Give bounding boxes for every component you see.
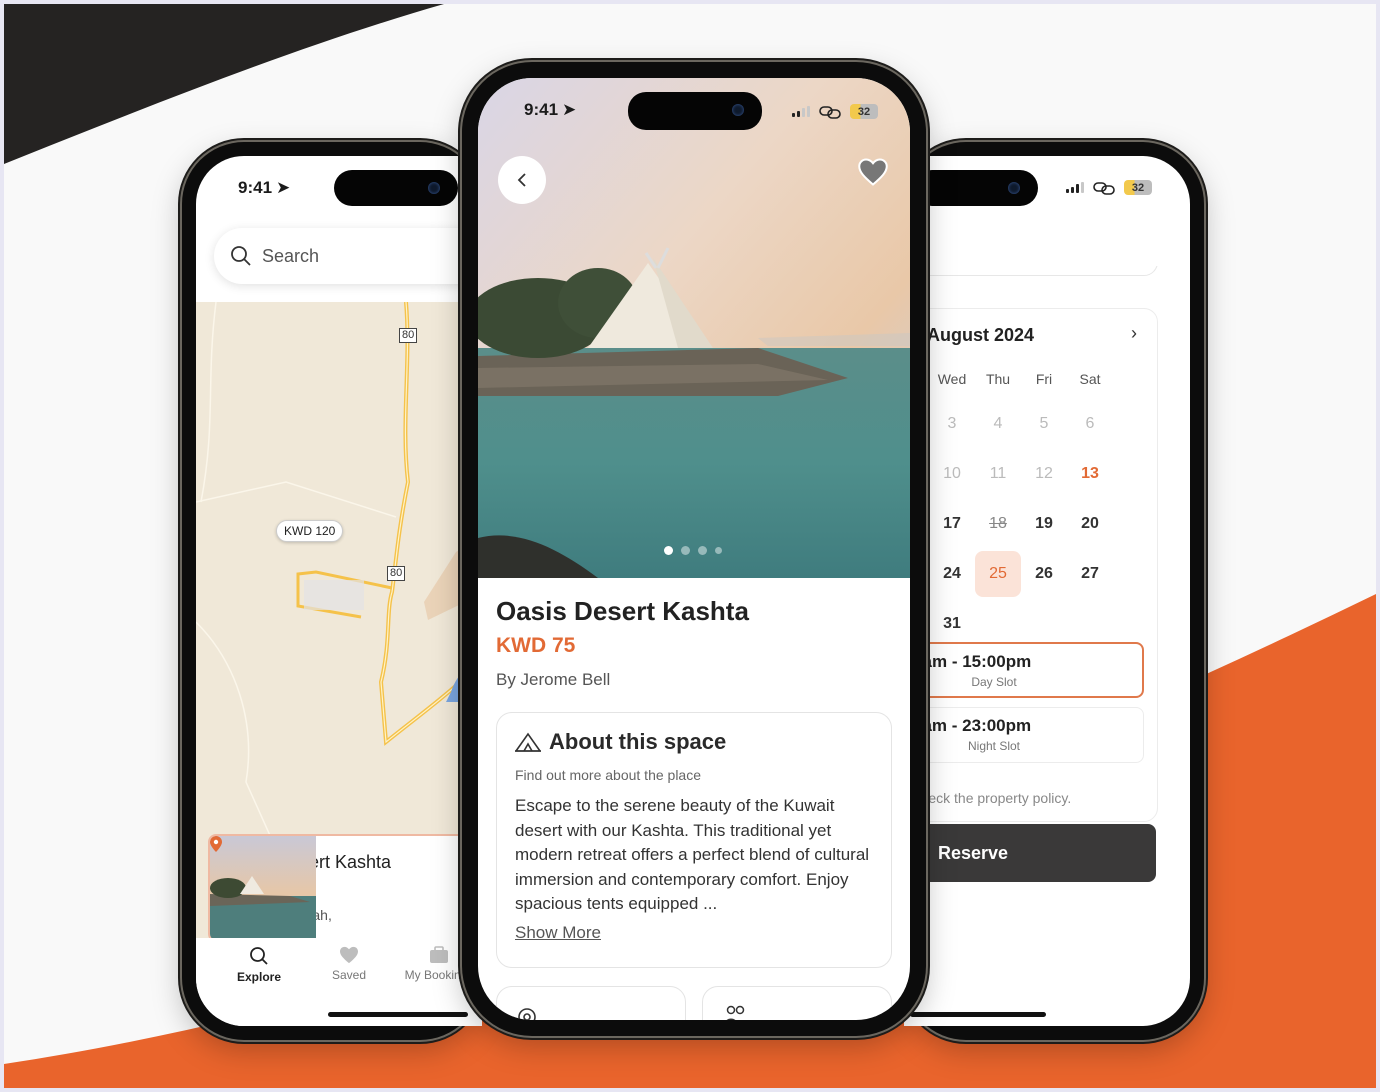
map-screen: 9:41 ➤ Search 80 80 KWD 120 Kashta Explo… (196, 156, 482, 1026)
booking-screen: 32 August 2024 › TueWedThuFriSat 2345691… (904, 156, 1190, 1026)
calendar-day[interactable]: 17 (929, 501, 975, 547)
showcase-canvas: 9:41 ➤ Search 80 80 KWD 120 Kashta Explo… (4, 4, 1376, 1088)
show-more-link[interactable]: Show More (515, 923, 601, 943)
gallery-pagination[interactable] (664, 546, 722, 555)
weekday-label: Fri (1035, 371, 1053, 387)
calendar-day: 11 (989, 465, 1007, 482)
calendar-day: 5 (1039, 415, 1049, 432)
gallery-dot[interactable] (698, 546, 707, 555)
calendar-day: 6 (1085, 415, 1095, 432)
heart-icon (340, 946, 358, 964)
search-icon (231, 246, 251, 266)
property-price: KWD 75 (496, 634, 576, 657)
heart-icon (858, 158, 888, 186)
signal-icon (792, 106, 810, 117)
chevron-left-icon (517, 173, 526, 187)
calendar-day: 12 (1035, 465, 1053, 482)
time-slot-night[interactable]: 16:00am - 23:00pm Night Slot (904, 707, 1144, 763)
feature-card[interactable] (702, 986, 892, 1020)
home-indicator (328, 1012, 468, 1017)
dynamic-island (914, 170, 1038, 206)
status-time: 9:41 ➤ (524, 100, 577, 119)
detail-screen: 9:41 ➤ 32 Oasis Desert Kashta KWD 75 By … (478, 78, 910, 1020)
status-time: 9:41 ➤ (238, 178, 291, 197)
briefcase-icon (430, 946, 448, 963)
back-button[interactable] (498, 156, 546, 204)
slot-name: Day Slot (971, 675, 1017, 689)
search-icon (250, 947, 268, 965)
calendar-day[interactable]: 20 (1067, 501, 1113, 547)
search-input[interactable]: Search (214, 228, 482, 284)
calendar-day: 10 (943, 465, 961, 482)
location-arrow-icon: ➤ (562, 100, 577, 119)
route-label: 80 (399, 328, 418, 343)
calendar-day[interactable]: 24 (929, 551, 975, 597)
about-description: Escape to the serene beauty of the Kuwai… (515, 796, 870, 913)
map[interactable]: 80 80 KWD 120 Oasis Desert Kashta KWD 7 (196, 302, 482, 938)
phone-detail-view: 9:41 ➤ 32 Oasis Desert Kashta KWD 75 By … (462, 62, 926, 1036)
reserve-button[interactable]: Reserve (904, 824, 1156, 882)
status-icons: 32 (792, 104, 878, 119)
link-icon (819, 105, 841, 119)
calendar-day: 4 (993, 415, 1003, 432)
weekday-label: Wed (937, 371, 967, 387)
battery-indicator: 32 (1124, 180, 1152, 195)
calendar-day: 18 (989, 515, 1007, 532)
calendar-day[interactable]: 26 (1021, 551, 1067, 597)
calendar-day[interactable]: 19 (1021, 501, 1067, 547)
policy-note: For slots check the property policy. (904, 790, 1072, 806)
slot-name: Night Slot (967, 739, 1021, 753)
property-host: By Jerome Bell (496, 670, 611, 689)
listing-card[interactable]: Oasis Desert Kashta KWD 75 Ash Shadadiya… (208, 834, 482, 938)
link-icon (1093, 181, 1115, 195)
about-subtitle: Find out more about the place (515, 767, 702, 783)
weekday-label: Thu (985, 371, 1011, 387)
weekday-label: Sat (1079, 371, 1101, 387)
property-photo[interactable] (478, 78, 910, 578)
dynamic-island (334, 170, 458, 206)
phone-map-view: 9:41 ➤ Search 80 80 KWD 120 Kashta Explo… (182, 142, 482, 1040)
time-slot-day[interactable]: 11:00am - 15:00pm Day Slot (904, 642, 1144, 698)
gallery-dot[interactable] (664, 546, 673, 555)
about-card: About this space Find out more about the… (496, 712, 892, 968)
next-month-button[interactable]: › (1131, 323, 1137, 344)
home-indicator (910, 1012, 1046, 1017)
location-pin-icon (210, 836, 222, 852)
tent-icon (515, 732, 541, 752)
calendar-day: 3 (947, 415, 957, 432)
route-label: 80 (387, 566, 406, 581)
map-price-pin[interactable]: KWD 120 (276, 520, 344, 542)
location-target-icon (518, 1008, 536, 1020)
phone-booking-view: 32 August 2024 › TueWedThuFriSat 2345691… (904, 142, 1204, 1040)
feature-card[interactable] (496, 986, 686, 1020)
battery-indicator: 32 (850, 104, 878, 119)
guests-icon (726, 1005, 745, 1020)
calendar-day[interactable]: 13 (1067, 451, 1113, 497)
about-heading: About this space (549, 729, 727, 754)
signal-icon (1066, 182, 1084, 193)
gallery-dot[interactable] (715, 547, 722, 554)
gallery-dot[interactable] (681, 546, 690, 555)
previous-card-edge (904, 266, 1158, 276)
calendar-day[interactable]: 27 (1067, 551, 1113, 597)
status-icons: 32 (1066, 180, 1152, 195)
search-placeholder: Search (262, 245, 320, 266)
listing-thumbnail (210, 836, 316, 938)
slot-time: 11:00am - 15:00pm (904, 652, 1032, 671)
dynamic-island (628, 92, 762, 130)
calendar-day[interactable]: 31 (929, 601, 975, 647)
property-title: Oasis Desert Kashta (496, 596, 749, 626)
dark-wave-shape (4, 4, 444, 164)
location-arrow-icon: ➤ (276, 178, 291, 197)
favorite-button[interactable] (858, 158, 888, 191)
calendar-month: August 2024 (927, 325, 1035, 345)
slot-time: 16:00am - 23:00pm (904, 716, 1032, 735)
calendar-day-selected[interactable]: 25 (975, 551, 1021, 597)
tab-explore[interactable]: Explore (214, 938, 304, 1026)
